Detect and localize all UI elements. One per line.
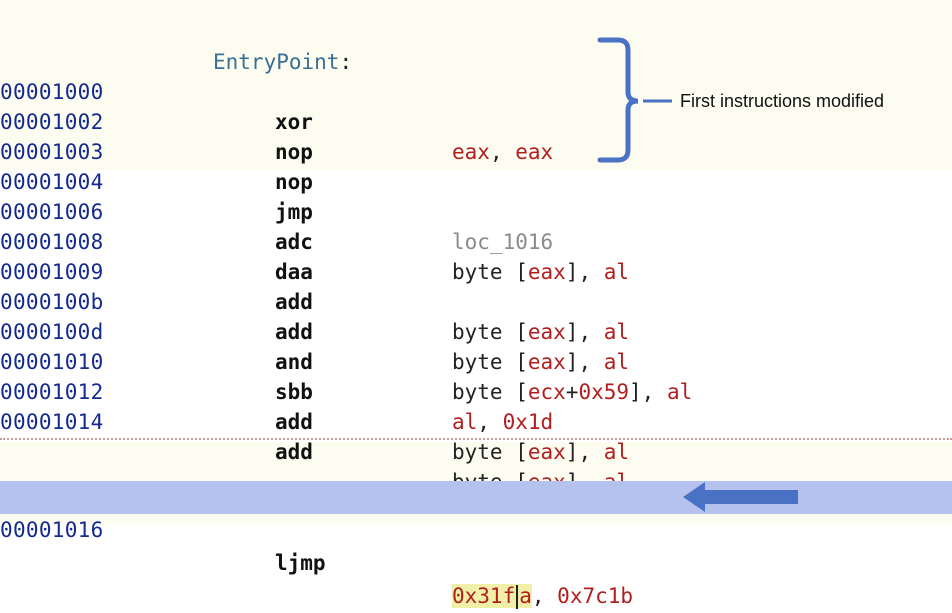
instruction-operands: 0x31f a, 0x7c1b bbox=[452, 584, 634, 609]
arrow-left-icon bbox=[683, 482, 798, 512]
cursor-highlighted-operand[interactable]: 0x31f a bbox=[452, 584, 532, 609]
annotation-text: First instructions modified bbox=[680, 91, 885, 111]
text-caret bbox=[516, 585, 519, 609]
annotation-overlay bbox=[597, 37, 798, 512]
instruction-mnemonic: ljmp bbox=[275, 551, 326, 575]
right-brace-icon bbox=[597, 37, 639, 163]
